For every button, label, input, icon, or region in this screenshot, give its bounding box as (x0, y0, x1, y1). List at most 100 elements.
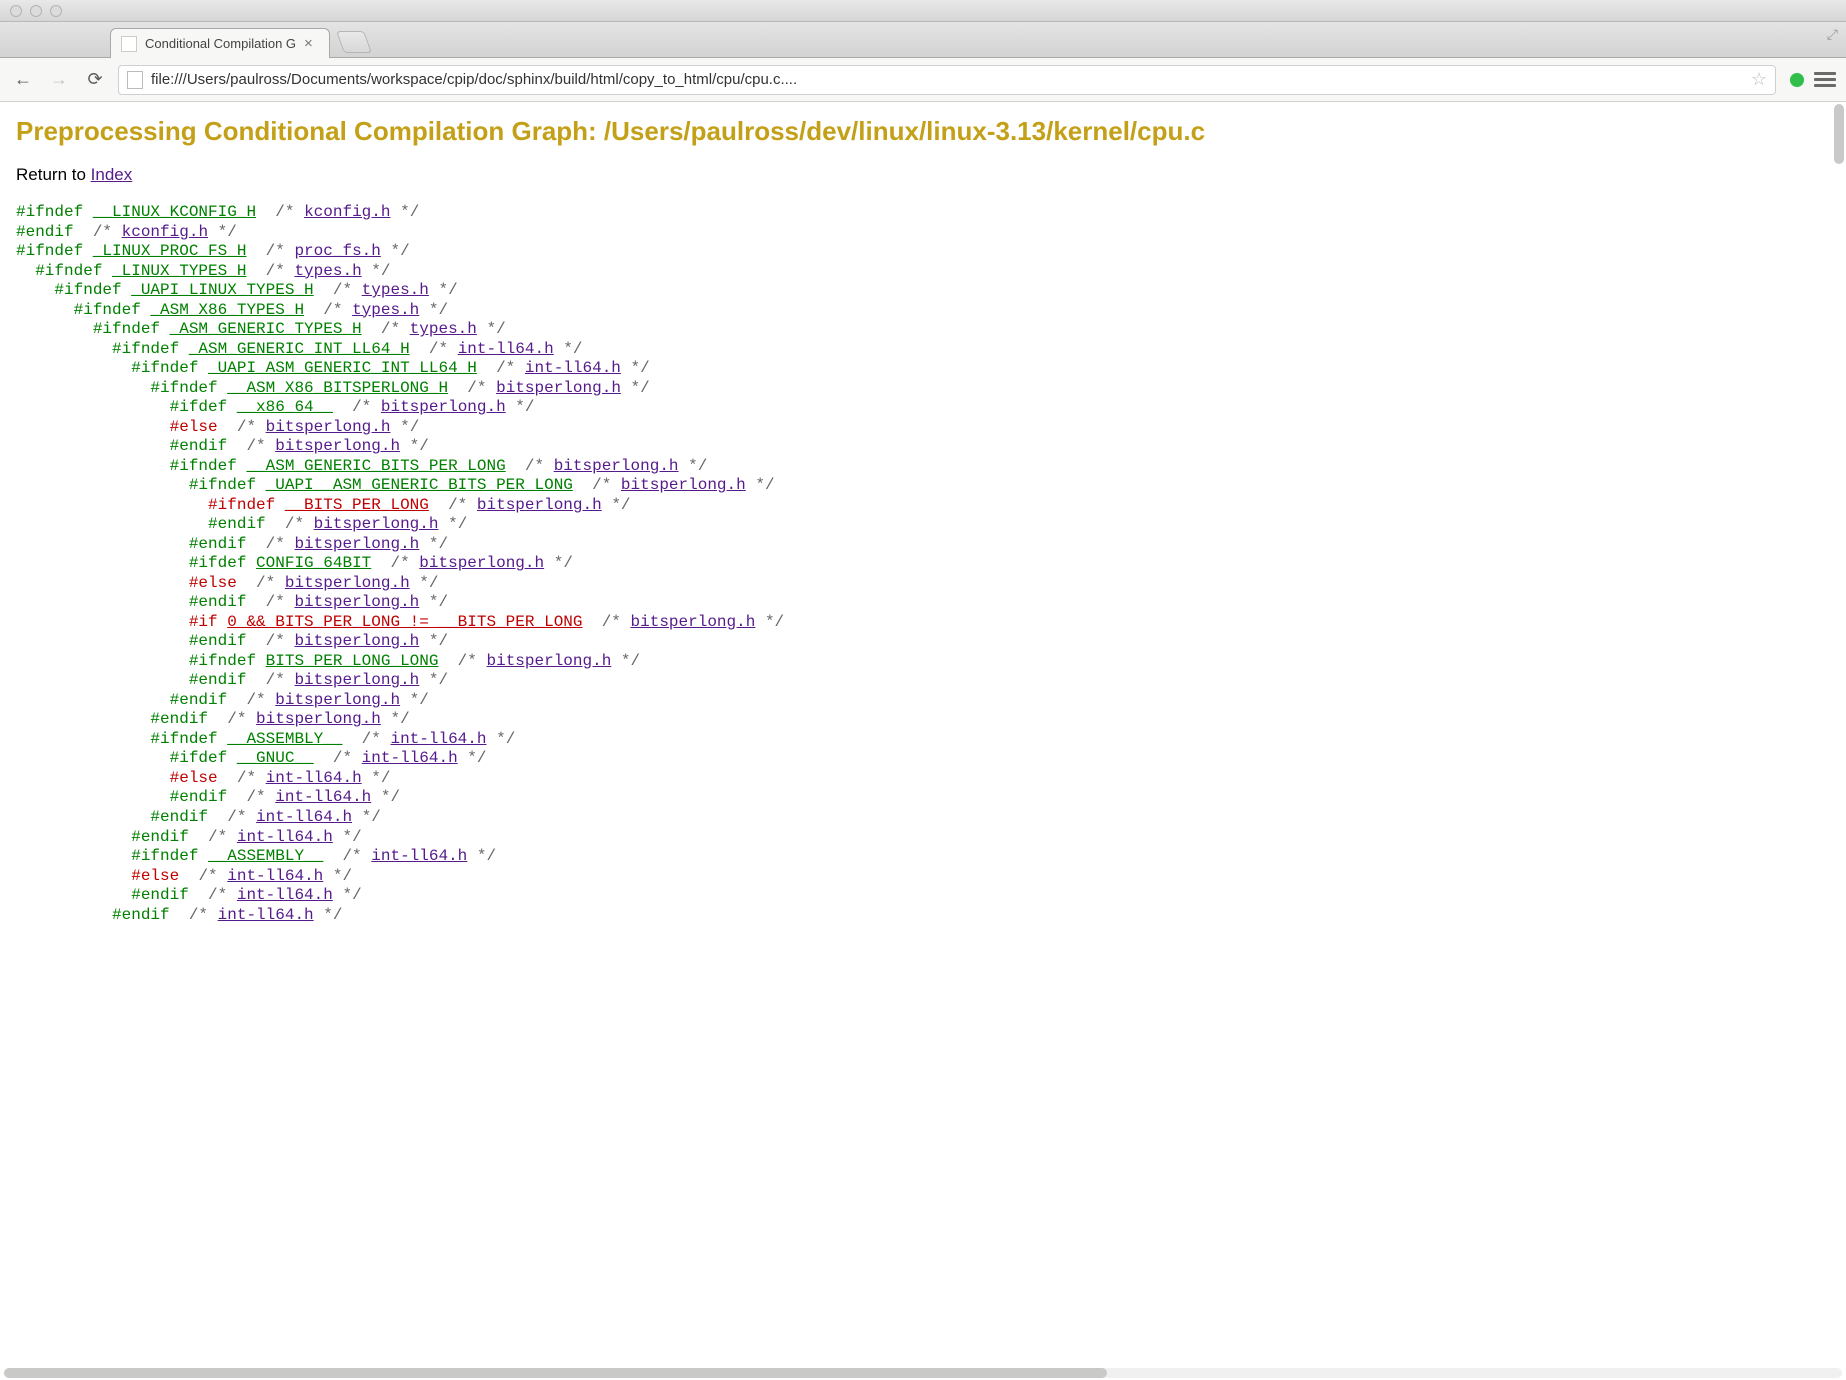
directive: #ifdef CONFIG_64BIT (189, 554, 371, 572)
code-line: #if 0 && BITS_PER_LONG != __BITS_PER_LON… (16, 613, 1830, 633)
header-link[interactable]: int-ll64.h (218, 906, 314, 924)
header-link[interactable]: bitsperlong.h (294, 535, 419, 553)
back-button[interactable]: ← (10, 67, 36, 93)
directive: #ifndef __ASSEMBLY__ (150, 730, 342, 748)
header-link[interactable]: bitsperlong.h (285, 574, 410, 592)
directive: #endif (170, 691, 228, 709)
comment: /* int-ll64.h */ (218, 769, 391, 787)
directive: #endif (189, 535, 247, 553)
comment: /* bitsperlong.h */ (506, 457, 708, 475)
directive: #endif (208, 515, 266, 533)
window-titlebar (0, 0, 1846, 22)
directive: #ifndef _UAPI__ASM_GENERIC_BITS_PER_LONG (189, 476, 573, 494)
header-link[interactable]: kconfig.h (304, 203, 390, 221)
header-link[interactable]: types.h (362, 281, 429, 299)
directive: #ifndef BITS_PER_LONG_LONG (189, 652, 439, 670)
hamburger-menu-icon[interactable] (1814, 68, 1836, 91)
vertical-scrollbar-thumb[interactable] (1834, 104, 1844, 164)
directive: #else (189, 574, 237, 592)
code-line: #endif /* bitsperlong.h */ (16, 710, 1830, 730)
header-link[interactable]: types.h (410, 320, 477, 338)
code-line: #ifndef __ASM_X86_BITSPERLONG_H /* bitsp… (16, 379, 1830, 399)
code-line: #ifndef __ASSEMBLY__ /* int-ll64.h */ (16, 730, 1830, 750)
new-tab-button[interactable] (336, 31, 372, 53)
comment: /* bitsperlong.h */ (246, 593, 448, 611)
header-link[interactable]: int-ll64.h (525, 359, 621, 377)
address-bar[interactable]: ☆ (118, 65, 1776, 95)
header-link[interactable]: bitsperlong.h (275, 437, 400, 455)
reload-button[interactable]: ⟳ (82, 69, 108, 90)
return-index-link[interactable]: Index (91, 165, 133, 184)
code-line: #ifndef __ASM_GENERIC_BITS_PER_LONG /* b… (16, 457, 1830, 477)
directive: #endif (170, 788, 228, 806)
header-link[interactable]: int-ll64.h (458, 340, 554, 358)
traffic-minimize-icon[interactable] (30, 5, 42, 17)
header-link[interactable]: int-ll64.h (237, 886, 333, 904)
header-link[interactable]: int-ll64.h (275, 788, 371, 806)
browser-tab[interactable]: Conditional Compilation G × (110, 28, 330, 58)
header-link[interactable]: bitsperlong.h (275, 691, 400, 709)
tab-close-icon[interactable]: × (304, 36, 313, 51)
comment: /* bitsperlong.h */ (429, 496, 631, 514)
comment: /* bitsperlong.h */ (573, 476, 775, 494)
url-input[interactable] (151, 71, 1745, 88)
directive: #else (170, 418, 218, 436)
tab-title: Conditional Compilation G (145, 36, 296, 51)
comment: /* bitsperlong.h */ (208, 710, 410, 728)
bookmark-star-icon[interactable]: ☆ (1751, 69, 1767, 90)
header-link[interactable]: bitsperlong.h (381, 398, 506, 416)
header-link[interactable]: bitsperlong.h (294, 671, 419, 689)
horizontal-scrollbar[interactable] (4, 1368, 1842, 1378)
header-link[interactable]: int-ll64.h (256, 808, 352, 826)
comment: /* bitsperlong.h */ (266, 515, 468, 533)
comment: /* bitsperlong.h */ (583, 613, 785, 631)
code-line: #endif /* bitsperlong.h */ (16, 691, 1830, 711)
header-link[interactable]: int-ll64.h (227, 867, 323, 885)
header-link[interactable]: bitsperlong.h (294, 632, 419, 650)
code-line: #ifndef __ASSEMBLY__ /* int-ll64.h */ (16, 847, 1830, 867)
header-link[interactable]: types.h (294, 262, 361, 280)
header-link[interactable]: bitsperlong.h (314, 515, 439, 533)
header-link[interactable]: bitsperlong.h (294, 593, 419, 611)
tab-favicon-icon (121, 36, 137, 52)
page-viewport[interactable]: Preprocessing Conditional Compilation Gr… (0, 102, 1846, 1380)
directive: #ifndef __ASM_GENERIC_BITS_PER_LONG (170, 457, 506, 475)
header-link[interactable]: bitsperlong.h (486, 652, 611, 670)
comment: /* bitsperlong.h */ (246, 632, 448, 650)
header-link[interactable]: int-ll64.h (266, 769, 362, 787)
directive: #ifndef _ASM_GENERIC_TYPES_H (93, 320, 362, 338)
header-link[interactable]: bitsperlong.h (419, 554, 544, 572)
comment: /* int-ll64.h */ (170, 906, 343, 924)
header-link[interactable]: bitsperlong.h (631, 613, 756, 631)
comment: /* int-ll64.h */ (179, 867, 352, 885)
header-link[interactable]: bitsperlong.h (477, 496, 602, 514)
header-link[interactable]: int-ll64.h (362, 749, 458, 767)
comment: /* bitsperlong.h */ (227, 691, 429, 709)
header-link[interactable]: bitsperlong.h (496, 379, 621, 397)
comment: /* int-ll64.h */ (342, 730, 515, 748)
header-link[interactable]: kconfig.h (122, 223, 208, 241)
extension-icon[interactable] (1790, 73, 1804, 87)
header-link[interactable]: bitsperlong.h (554, 457, 679, 475)
header-link[interactable]: bitsperlong.h (256, 710, 381, 728)
code-line: #ifndef _ASM_X86_TYPES_H /* types.h */ (16, 301, 1830, 321)
browser-toolbar: ← → ⟳ ☆ (0, 58, 1846, 102)
forward-button[interactable]: → (46, 67, 72, 93)
header-link[interactable]: int-ll64.h (237, 828, 333, 846)
code-line: #ifndef _LINUX_TYPES_H /* types.h */ (16, 262, 1830, 282)
comment: /* kconfig.h */ (256, 203, 419, 221)
header-link[interactable]: int-ll64.h (390, 730, 486, 748)
header-link[interactable]: bitsperlong.h (266, 418, 391, 436)
directive: #ifndef __ASM_X86_BITSPERLONG_H (150, 379, 448, 397)
fullscreen-icon[interactable]: ⤢ (1827, 26, 1838, 43)
comment: /* bitsperlong.h */ (227, 437, 429, 455)
header-link[interactable]: bitsperlong.h (621, 476, 746, 494)
header-link[interactable]: types.h (352, 301, 419, 319)
comment: /* bitsperlong.h */ (438, 652, 640, 670)
header-link[interactable]: proc_fs.h (294, 242, 380, 260)
header-link[interactable]: int-ll64.h (371, 847, 467, 865)
traffic-zoom-icon[interactable] (50, 5, 62, 17)
horizontal-scrollbar-thumb[interactable] (4, 1368, 1107, 1378)
directive: #ifndef _LINUX_TYPES_H (35, 262, 246, 280)
traffic-close-icon[interactable] (10, 5, 22, 17)
